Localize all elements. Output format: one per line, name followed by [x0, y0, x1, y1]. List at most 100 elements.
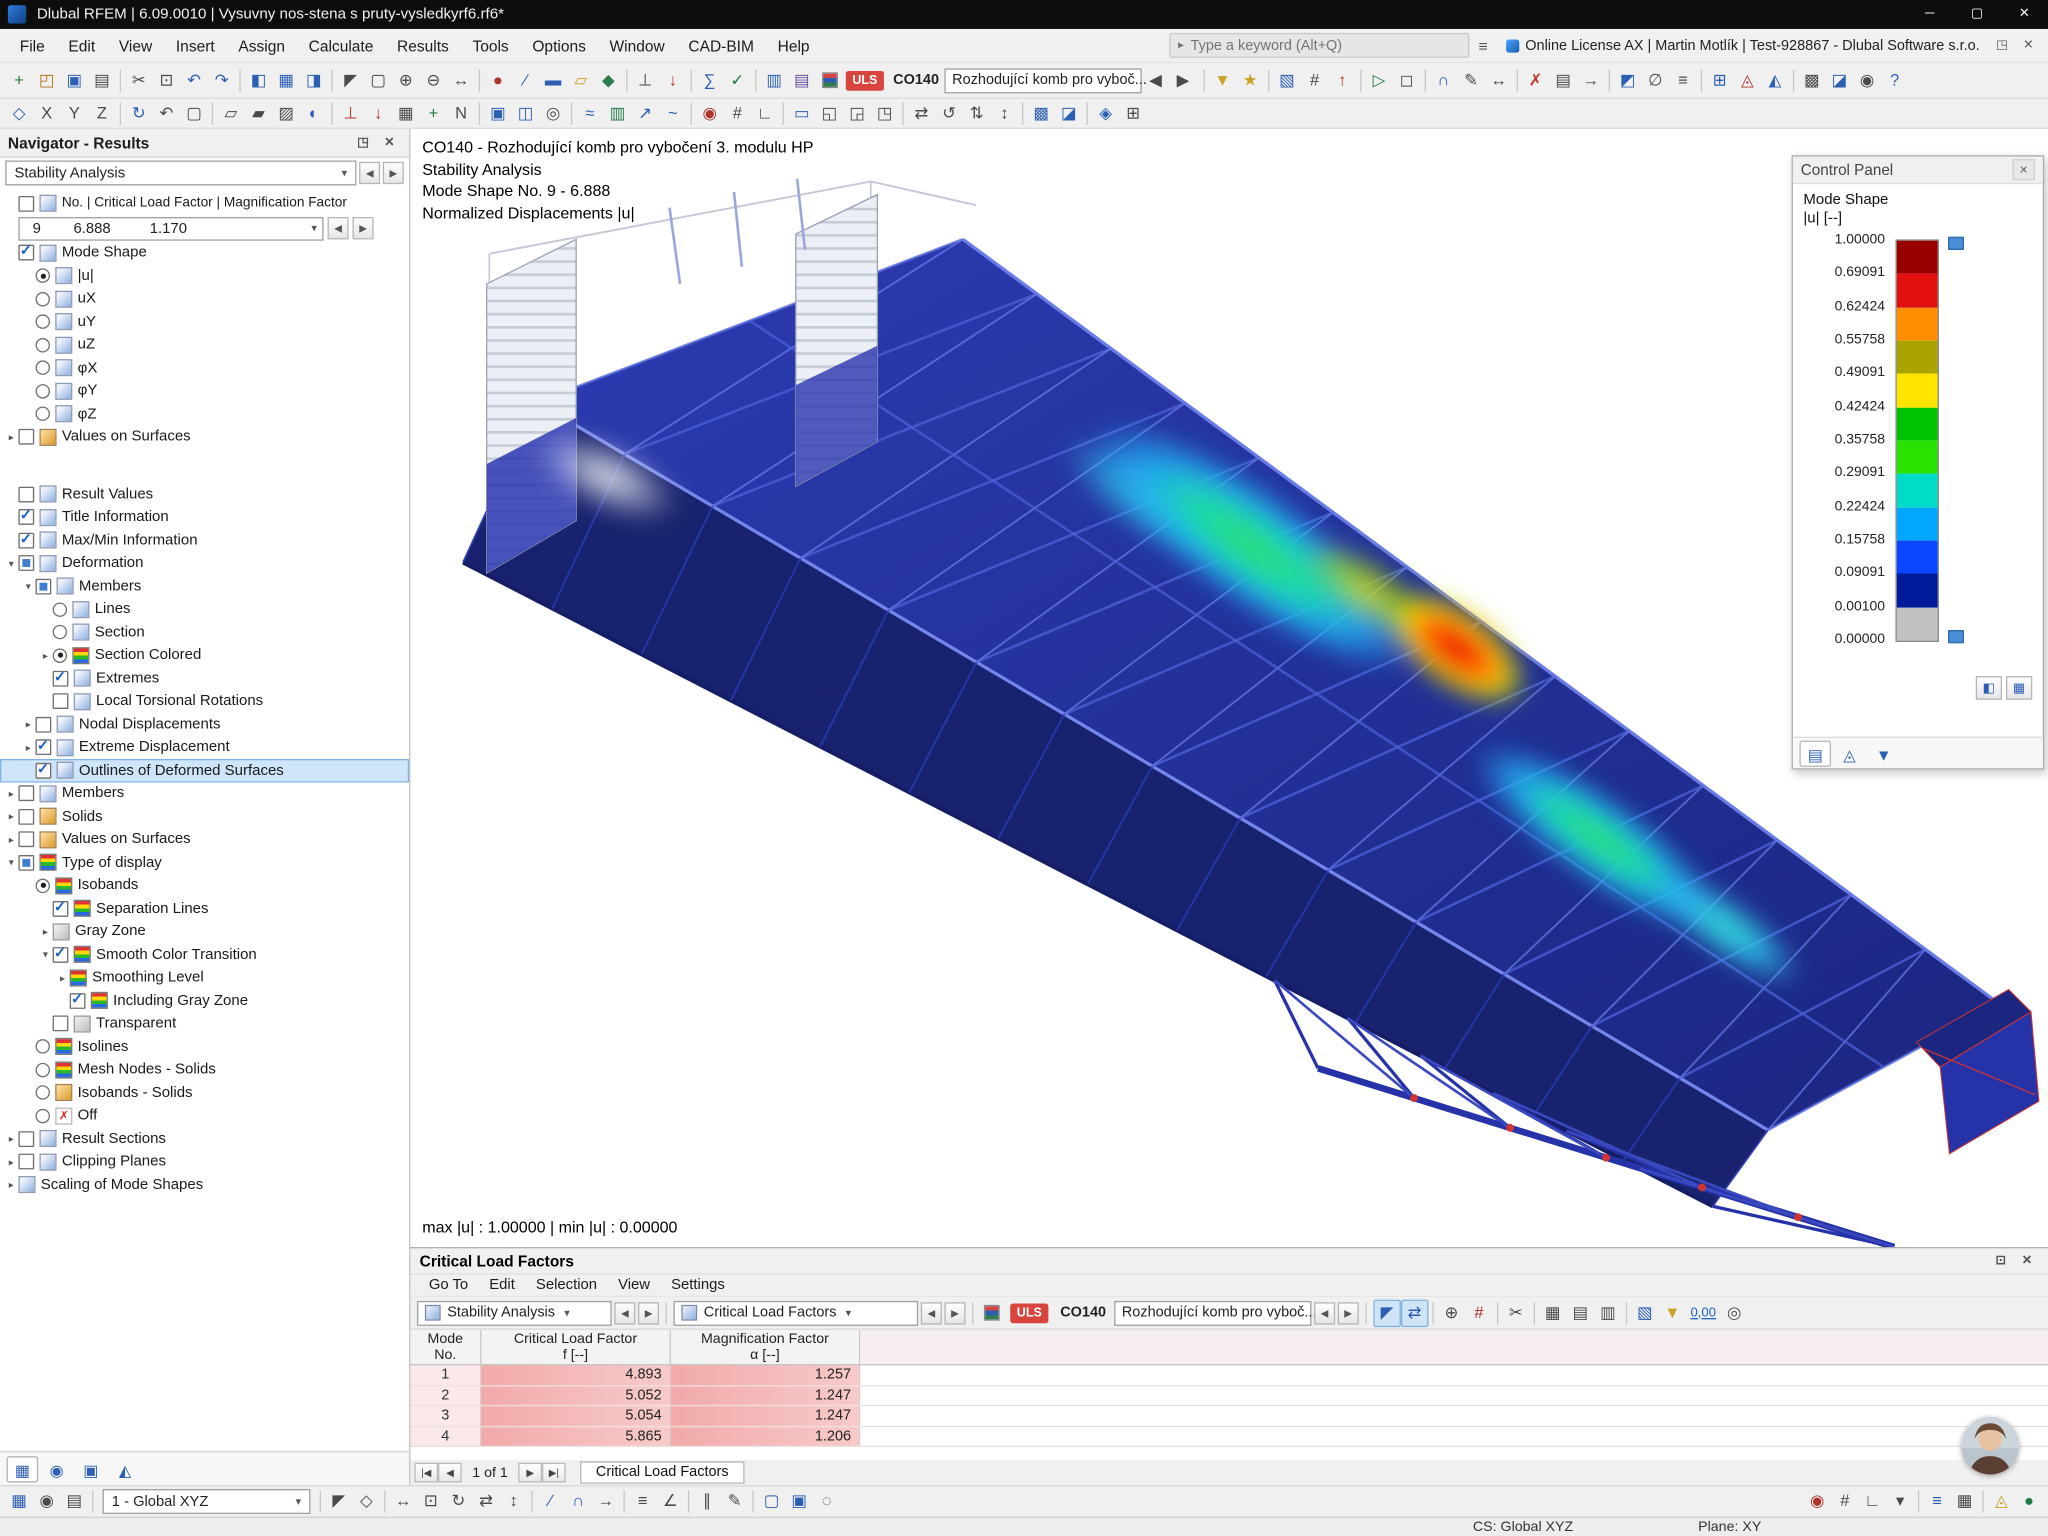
rotate-view-icon[interactable]: ↻ — [125, 99, 153, 127]
tree-item-outlines-of-deformed-surfaces[interactable]: Outlines of Deformed Surfaces — [0, 758, 410, 783]
radio-button[interactable] — [52, 648, 68, 663]
measure-icon[interactable]: ↔ — [1485, 66, 1513, 94]
expand-icon[interactable]: ▸ — [21, 742, 35, 754]
menu-results[interactable]: Results — [385, 30, 460, 62]
print-table-icon[interactable]: ▥ — [1594, 1299, 1622, 1327]
panel-factors-tab[interactable]: ◬ — [1834, 740, 1866, 766]
wireframe-display-icon[interactable]: ▱ — [217, 99, 245, 127]
menu-assign[interactable]: Assign — [227, 30, 297, 62]
object-snap-icon[interactable]: ◉ — [696, 99, 724, 127]
ribbon-close-icon[interactable]: ✕ — [2017, 34, 2041, 58]
next-analysis-button[interactable]: ▶ — [382, 161, 404, 185]
favorites-icon[interactable]: ★ — [1236, 66, 1264, 94]
tree-item-nodal-displacements[interactable]: ▸ Nodal Displacements — [0, 713, 409, 736]
scale-max-handle[interactable] — [1948, 236, 1964, 250]
menu-cad-bim[interactable]: CAD-BIM — [677, 30, 766, 62]
tree-item-members[interactable]: ▸ Members — [0, 782, 409, 805]
tree-item-smooth-color-transition[interactable]: ▾ Smooth Color Transition — [0, 943, 409, 966]
result-section-icon[interactable]: ∩ — [1430, 66, 1458, 94]
checkbox[interactable] — [18, 429, 35, 445]
collapse-icon[interactable]: ▾ — [4, 557, 18, 569]
measure-angle-icon[interactable]: ∠ — [656, 1488, 684, 1516]
checkbox[interactable] — [52, 944, 69, 963]
menu-window[interactable]: Window — [598, 30, 677, 62]
radio-button[interactable] — [35, 1108, 50, 1124]
visibility-window-icon[interactable]: ▢ — [758, 1488, 786, 1516]
max-min-icon[interactable]: ↑ — [1328, 66, 1356, 94]
help-icon[interactable]: ? — [1881, 66, 1909, 94]
select-special-icon[interactable]: ◪ — [1055, 99, 1083, 127]
table-load-combination-select[interactable]: Rozhodující komb pro vyboč... ▾ — [1113, 1300, 1331, 1326]
report-icon[interactable]: ▤ — [1549, 66, 1577, 94]
radio-button[interactable] — [35, 360, 50, 376]
view-top-icon[interactable]: Z — [88, 99, 116, 127]
column-header-magnification-factor[interactable]: Magnification Factor α [--] — [671, 1329, 861, 1365]
checkbox[interactable] — [18, 1153, 35, 1170]
checkbox[interactable] — [18, 555, 35, 572]
panel-filter-tab[interactable]: ▼ — [1868, 740, 1900, 766]
partial-view-icon[interactable]: ◪ — [1826, 66, 1854, 94]
print-icon[interactable]: ▤ — [88, 66, 116, 94]
checkbox[interactable] — [18, 808, 35, 825]
search-options-icon[interactable]: ≡ — [1469, 36, 1498, 54]
tree-item-mesh-nodes-solids[interactable]: Mesh Nodes - Solids — [0, 1058, 409, 1081]
menu-edit[interactable]: Edit — [479, 1275, 526, 1296]
section-view-icon[interactable]: ◫ — [512, 99, 540, 127]
tree-item-z[interactable]: φZ — [0, 403, 409, 426]
divide-member-icon[interactable]: ∕ — [537, 1488, 565, 1516]
hide-objects-icon[interactable]: ◌ — [813, 1488, 841, 1516]
deformation-display-icon[interactable]: ≈ — [576, 99, 604, 127]
table-select[interactable]: Critical Load Factors ▾ — [673, 1300, 919, 1326]
tree-item-result-values[interactable]: Result Values — [0, 483, 409, 506]
ortho-toggle-icon[interactable]: ∟ — [1859, 1488, 1887, 1516]
show-loads-icon[interactable]: ↓ — [364, 99, 392, 127]
menu-help[interactable]: Help — [766, 30, 822, 62]
tree-item-separation-lines[interactable]: Separation Lines — [0, 897, 409, 920]
table-row[interactable]: 1 4.893 1.257 — [410, 1365, 2048, 1386]
tree-item-result-sections[interactable]: ▸ Result Sections — [0, 1127, 409, 1150]
search-table-icon[interactable]: ◎ — [1720, 1299, 1748, 1327]
pan-view-icon[interactable]: ↔ — [447, 66, 475, 94]
checkbox[interactable] — [18, 486, 35, 503]
export-icon[interactable]: → — [1577, 66, 1605, 94]
checkbox[interactable] — [18, 195, 35, 212]
visibility-selection-icon[interactable]: ▣ — [785, 1488, 813, 1516]
radio-button[interactable] — [35, 383, 50, 399]
select-mode-icon[interactable]: ◤ — [325, 1488, 353, 1516]
tree-item-members[interactable]: ▾ Members — [0, 575, 409, 598]
tree-item-u[interactable]: |u| — [0, 264, 409, 287]
ortho-icon[interactable]: ∟ — [751, 99, 779, 127]
options-icon[interactable]: ≡ — [1669, 66, 1697, 94]
zoom-in-icon[interactable]: ⊕ — [392, 66, 420, 94]
mirror-object-icon[interactable]: ⇄ — [472, 1488, 500, 1516]
member-tool-icon[interactable]: ▬ — [539, 66, 567, 94]
menu-insert[interactable]: Insert — [164, 30, 227, 62]
scale-min-handle[interactable] — [1948, 630, 1964, 644]
analysis-type-select[interactable]: Stability Analysis ▾ — [5, 160, 357, 186]
zoom-all-icon[interactable]: ▢ — [180, 99, 208, 127]
status-ok-icon[interactable]: ● — [2015, 1488, 2043, 1516]
units-settings-icon[interactable]: ∅ — [1641, 66, 1669, 94]
radio-button[interactable] — [35, 1085, 50, 1101]
model-data-icon[interactable]: ▦ — [5, 1488, 33, 1516]
navigator-tab-display[interactable]: ◉ — [41, 1455, 73, 1481]
table-row[interactable]: 4 5.865 1.206 — [410, 1426, 2048, 1447]
checkbox[interactable] — [35, 578, 52, 595]
expand-icon[interactable]: ▸ — [4, 788, 18, 800]
tree-item-extreme-displacement[interactable]: ▸ Extreme Displacement — [0, 736, 409, 759]
expand-icon[interactable]: ▸ — [21, 719, 35, 731]
last-page-button[interactable]: ▶| — [541, 1462, 566, 1483]
table-row[interactable]: 3 5.054 1.247 — [410, 1406, 2048, 1427]
connect-members-icon[interactable]: ∩ — [564, 1488, 592, 1516]
radio-button[interactable] — [35, 878, 50, 893]
menu-edit[interactable]: Edit — [57, 30, 107, 62]
results-filter-icon[interactable]: ▼ — [1209, 66, 1237, 94]
tree-item-mode-shape[interactable]: Mode Shape — [0, 241, 409, 264]
checkbox[interactable] — [18, 507, 35, 526]
calculate-all-icon[interactable]: ∑ — [696, 66, 724, 94]
collapse-icon[interactable]: ▾ — [38, 949, 52, 961]
expand-icon[interactable]: ▸ — [4, 1179, 18, 1191]
checkbox[interactable] — [18, 785, 35, 802]
checkbox[interactable] — [18, 854, 35, 871]
show-supports-icon[interactable]: ⊥ — [337, 99, 365, 127]
